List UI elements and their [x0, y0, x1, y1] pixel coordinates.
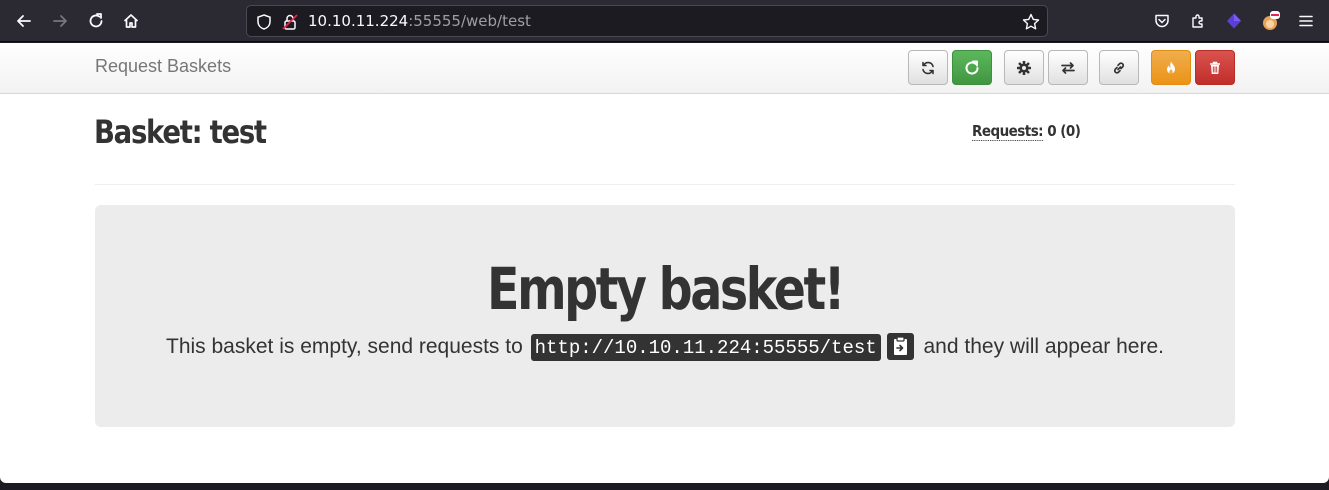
settings-button[interactable]: [1004, 50, 1044, 85]
basket-title: Basket: test: [94, 113, 267, 151]
trash-icon: [1210, 61, 1220, 74]
auto-refresh-button[interactable]: [952, 50, 992, 85]
empty-basket-heading-text: Empty basket!: [487, 255, 845, 323]
url-path: :55555/web/test: [408, 12, 531, 30]
auto-refresh-icon: [965, 60, 979, 75]
gear-icon: [1017, 60, 1031, 75]
message-before: This basket is empty, send requests to: [166, 335, 529, 359]
purple-cube-icon: [1227, 13, 1241, 29]
refresh-button[interactable]: [908, 50, 948, 85]
responses-button[interactable]: [1048, 50, 1088, 85]
pocket-button[interactable]: [1152, 11, 1172, 31]
empty-basket-heading: Empty basket!: [95, 255, 1235, 323]
copy-url-button[interactable]: [886, 333, 914, 360]
requests-value: 0 (0): [1043, 122, 1081, 140]
share-link-button[interactable]: [1099, 50, 1139, 85]
arrow-left-icon: [17, 15, 31, 27]
extensions-button[interactable]: [1188, 11, 1208, 31]
message-after: and they will appear here.: [917, 335, 1165, 359]
home-icon: [123, 14, 139, 28]
app-navbar: Request Baskets: [0, 43, 1329, 94]
arrow-right-icon: [53, 15, 67, 27]
url-text[interactable]: 10.10.11.224:55555/web/test: [308, 12, 531, 30]
pocket-icon: [1155, 14, 1169, 28]
fire-icon: [1167, 61, 1175, 74]
forward-button[interactable]: [45, 6, 75, 36]
url-bar[interactable]: 10.10.11.224:55555/web/test: [246, 5, 1048, 37]
requests-label: Requests:: [972, 122, 1044, 141]
transfer-arrows-icon: [1061, 61, 1075, 74]
browser-toolbar: 10.10.11.224:55555/web/test: [0, 0, 1329, 42]
lock-insecure-icon[interactable]: [281, 13, 299, 31]
bookmark-star-icon[interactable]: [1021, 12, 1041, 32]
delete-basket-button[interactable]: [1195, 50, 1235, 85]
shield-icon[interactable]: [255, 13, 273, 31]
page-viewport: Request Baskets Basket: test Requests: 0…: [0, 43, 1329, 483]
requests-count: Requests: 0 (0): [972, 122, 1081, 141]
clipboard-icon: [893, 336, 907, 355]
divider: [95, 184, 1235, 185]
empty-basket-message: This basket is empty, send requests to h…: [95, 333, 1235, 361]
destroy-requests-button[interactable]: [1151, 50, 1191, 85]
reload-button[interactable]: [81, 6, 111, 36]
extension-foxy-button[interactable]: [1260, 11, 1280, 31]
basket-url-code: http://10.10.11.224:55555/test: [530, 334, 881, 361]
puzzle-icon: [1192, 14, 1203, 28]
brand-link[interactable]: Request Baskets: [95, 56, 231, 77]
back-button[interactable]: [9, 6, 39, 36]
url-host: 10.10.11.224: [308, 12, 409, 30]
app-menu-button[interactable]: [1296, 11, 1316, 31]
fox-extension-icon: [1263, 11, 1280, 30]
empty-basket-panel: Empty basket! This basket is empty, send…: [95, 205, 1235, 427]
link-icon: [1113, 61, 1125, 74]
extension-purple-button[interactable]: [1224, 11, 1244, 31]
refresh-icon: [922, 61, 934, 74]
home-button[interactable]: [116, 6, 146, 36]
reload-icon: [89, 13, 103, 28]
hamburger-menu-icon: [1299, 15, 1313, 27]
